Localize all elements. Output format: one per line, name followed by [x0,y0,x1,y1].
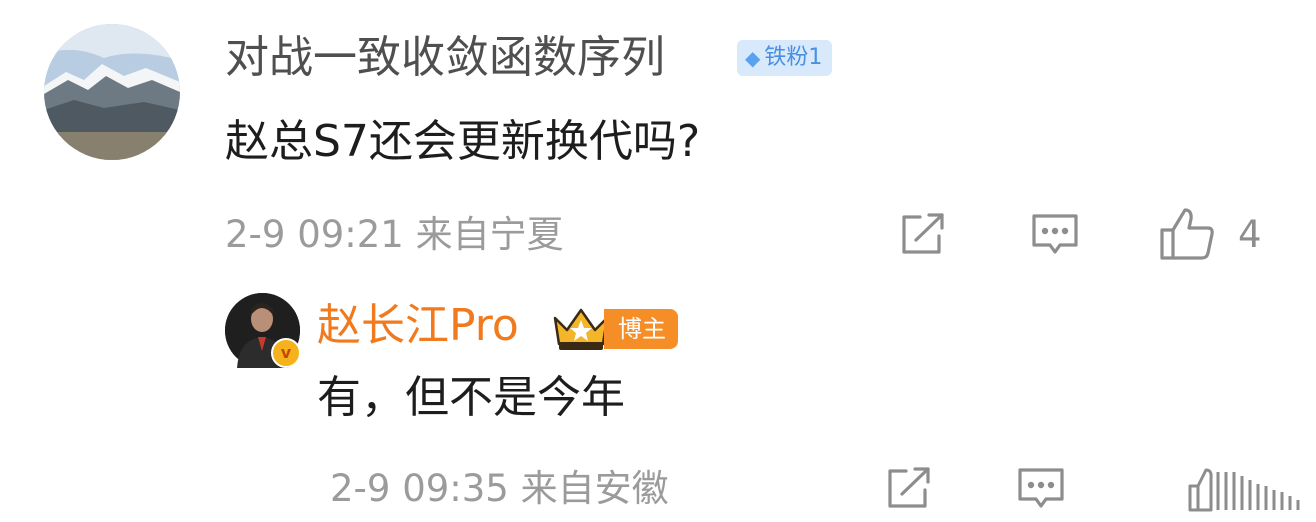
replier-username[interactable]: 赵长江Pro [317,296,519,356]
commenter-username[interactable]: 对战一致收敛函数序列 [225,28,665,88]
blogger-badge[interactable]: 博主 [604,309,678,349]
diamond-icon: ◆ [745,46,761,70]
thumbs-up-icon[interactable] [1188,466,1308,512]
mountain-landscape-image [44,24,180,160]
comment-icon[interactable] [1030,212,1080,258]
comment-text: 赵总S7还会更新换代吗? [225,116,701,167]
reply-text: 有，但不是今年 [317,372,625,423]
comment-meta: 2-9 09:21 来自宁夏 [225,213,564,256]
reply-meta: 2-9 09:35 来自安徽 [330,467,669,510]
fan-level-badge[interactable]: ◆ 铁粉1 [737,40,833,76]
share-icon[interactable] [884,466,932,512]
fan-badge-label: 铁粉1 [764,45,823,70]
share-icon[interactable] [898,212,946,258]
like-count: 4 [1238,213,1262,256]
crown-icon [551,304,611,352]
comment-icon[interactable] [1016,466,1066,512]
thumbs-up-icon[interactable] [1158,206,1216,262]
verified-icon: v [271,338,301,368]
commenter-avatar[interactable] [44,24,180,160]
